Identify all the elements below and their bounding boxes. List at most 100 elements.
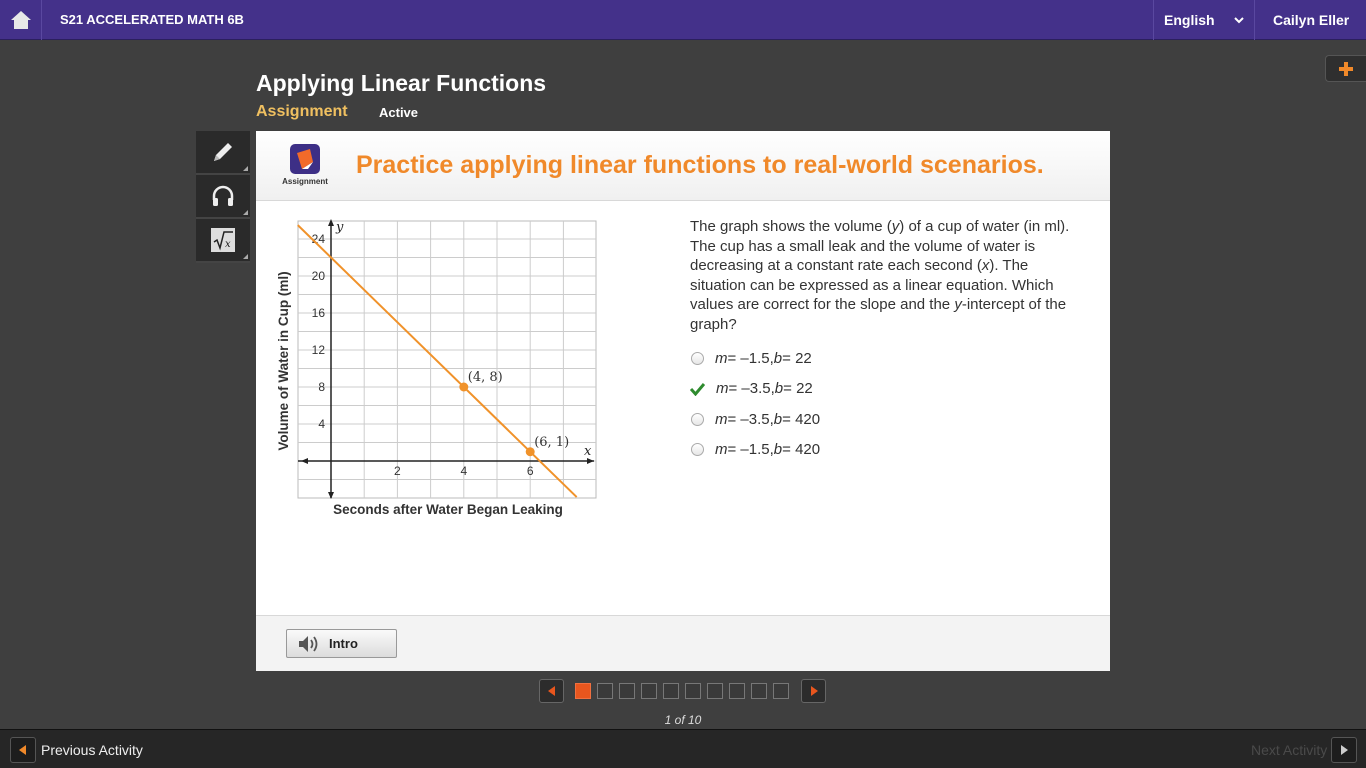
choice-text: = 420 [782,410,821,428]
x-tick-label: 2 [394,464,401,478]
choice-text: = –1.5, [727,349,774,367]
pager-dot-4[interactable] [641,683,657,699]
y-axis-title: Volume of Water in Cup (ml) [276,271,291,450]
intro-label: Intro [329,636,358,651]
choice-m: m [715,410,728,428]
choice-b: b [773,349,783,367]
answer-choice-3[interactable]: m = –3.5, b = 420 [690,404,820,435]
pencil-icon [214,143,232,161]
activity-type-label: Assignment [256,103,348,120]
question-var: y [954,296,962,313]
speaker-icon [299,635,318,652]
next-activity-label: Next Activity [1251,742,1328,758]
home-icon [10,11,31,29]
page-title: Applying Linear Functions [256,70,547,96]
y-tick-label: 8 [318,380,325,394]
x-axis-title: Seconds after Water Began Leaking [333,502,563,517]
y-tick-label: 4 [318,417,325,431]
next-arrow-box [1331,737,1358,763]
x-tick-label: 6 [527,464,534,478]
y-tick-label: 12 [312,343,326,357]
bottom-bar: Previous Activity Next Activity [0,729,1366,768]
previous-activity-button[interactable]: Previous Activity [10,737,143,763]
y-axis-letter: y [335,220,344,235]
pager-dot-7[interactable] [707,683,723,699]
card-header: Assignment Practice applying linear func… [256,131,1110,201]
triangle-left-icon [19,745,26,755]
activity-card: Assignment Practice applying linear func… [256,131,1110,671]
page-count: 1 of 10 [664,713,702,727]
intro-audio-button[interactable]: Intro [286,629,397,658]
choice-text: = 420 [782,441,821,459]
course-title[interactable]: S21 ACCELERATED MATH 6B [60,0,244,40]
tool-panel: x [196,131,250,263]
svg-text:x: x [225,239,231,250]
pencil-tool-button[interactable] [196,131,250,175]
triangle-right-icon [1341,745,1349,755]
point-label: (4, 8) [468,370,503,385]
headphones-icon [212,185,234,206]
answer-choice-2[interactable]: m = –3.5, b = 22 [690,374,820,405]
question-part: The graph shows the volume ( [690,218,892,235]
choice-text: = –3.5, [728,380,775,398]
plus-icon [1339,61,1353,76]
pager-prev-button[interactable] [539,679,564,703]
pager-dot-9[interactable] [751,683,767,699]
pager-dot-1[interactable] [575,683,591,699]
answer-choice-1[interactable]: m = –1.5, b = 22 [690,343,820,374]
assignment-logo-icon [290,144,320,174]
language-value: English [1164,12,1215,28]
choice-b: b [773,441,783,459]
pager-next-button[interactable] [801,679,826,703]
graph-frame [297,220,597,499]
assignment-logo: Assignment [282,143,328,186]
triangle-right-icon [810,686,818,696]
pager-dot-6[interactable] [685,683,701,699]
point-label: (6, 1) [534,435,569,450]
choice-text: = –1.5, [727,441,774,459]
logo-caption: Assignment [282,177,328,186]
pager-dot-8[interactable] [729,683,745,699]
card-heading: Practice applying linear functions to re… [356,151,1044,179]
choice-m: m [715,349,728,367]
pager-dot-10[interactable] [773,683,789,699]
home-button[interactable] [0,0,42,40]
choice-m: m [715,441,728,459]
choice-text: = 22 [783,380,813,398]
choice-m: m [716,380,729,398]
top-bar: S21 ACCELERATED MATH 6B English Cailyn E… [0,0,1366,40]
calculator-tool-button[interactable]: x [196,219,250,263]
choice-b: b [773,410,783,428]
question-text: The graph shows the volume (y) of a cup … [690,217,1082,334]
radio-button[interactable] [691,351,704,365]
answer-choice-4[interactable]: m = –1.5, b = 420 [690,435,820,466]
audio-tool-button[interactable] [196,175,250,219]
pager-dot-5[interactable] [663,683,679,699]
choice-text: = 22 [782,349,812,367]
pager-dot-3[interactable] [619,683,635,699]
x-tick-label: 4 [460,464,467,478]
card-footer: Intro [256,615,1110,671]
chevron-down-icon [1234,17,1244,24]
radio-button[interactable] [691,443,704,457]
language-select[interactable]: English [1153,0,1255,40]
add-button[interactable] [1325,55,1366,82]
y-tick-label: 20 [312,269,326,283]
user-menu[interactable]: Cailyn Eller [1273,0,1349,40]
answer-choices: m = –1.5, b = 22 m = –3.5, b = 22 m = –3… [690,343,820,465]
triangle-left-icon [547,686,555,696]
graph-svg: xy2 4 64812162024(4, 8)(6, 1)Volume of Wat… [276,219,597,517]
previous-activity-label: Previous Activity [41,742,143,758]
radio-button[interactable] [691,412,704,426]
x-axis-letter: x [584,444,592,459]
pager-dot-2[interactable] [597,683,613,699]
calculator-icon: x [211,228,235,252]
choice-text: = –3.5, [727,410,774,428]
y-tick-label: 16 [312,306,326,320]
status-label: Active [379,105,419,120]
choice-b: b [774,380,784,398]
prev-arrow-box [10,737,36,763]
graph: x y 2 4 6 4 8 12 16 20 24 (4, 8) (6, 1) Volume of Wat… [272,213,612,523]
next-activity-button[interactable]: Next Activity [1251,737,1358,763]
checkmark-icon [690,382,705,396]
